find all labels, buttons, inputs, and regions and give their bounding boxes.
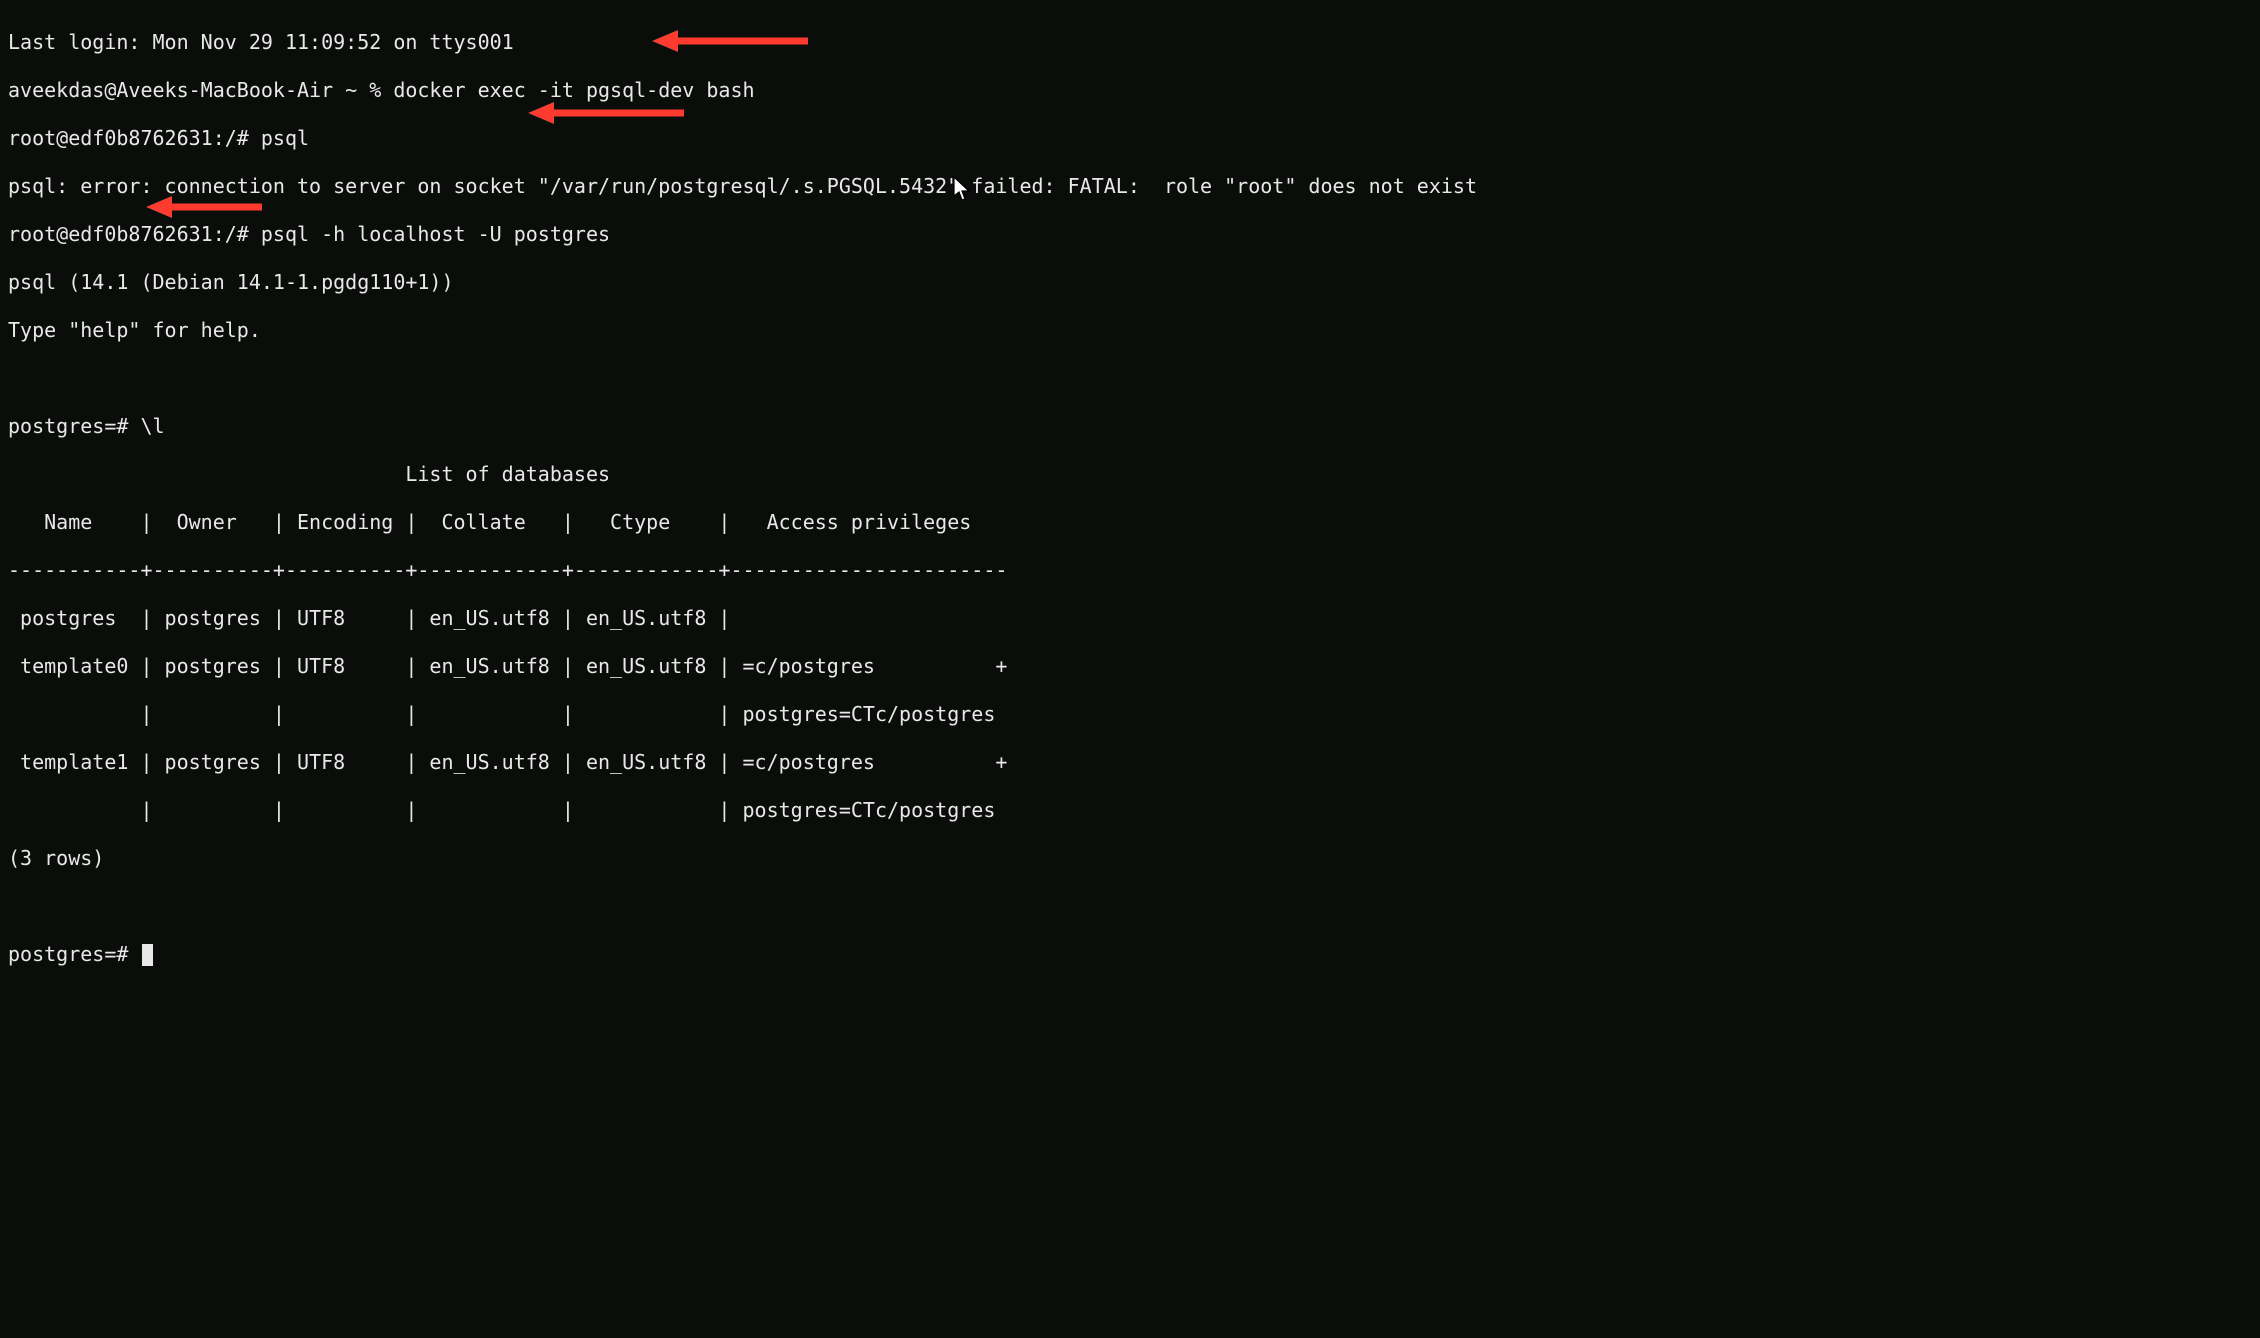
table-row: template1 | postgres | UTF8 | en_US.utf8… (8, 750, 2252, 774)
blank-line (8, 366, 2252, 390)
psql-prompt[interactable]: postgres=# (8, 942, 2252, 966)
table-row: | | | | | postgres=CTc/postgres (8, 702, 2252, 726)
row-count: (3 rows) (8, 846, 2252, 870)
prompt-text: postgres=# (8, 942, 140, 966)
psql-version-line: psql (14.1 (Debian 14.1-1.pgdg110+1)) (8, 270, 2252, 294)
last-login-line: Last login: Mon Nov 29 11:09:52 on ttys0… (8, 30, 2252, 54)
psql-localhost-command: root@edf0b8762631:/# psql -h localhost -… (8, 222, 2252, 246)
table-row: | | | | | postgres=CTc/postgres (8, 798, 2252, 822)
type-help-line: Type "help" for help. (8, 318, 2252, 342)
cursor-icon (142, 944, 153, 966)
root-psql-command: root@edf0b8762631:/# psql (8, 126, 2252, 150)
blank-line (8, 894, 2252, 918)
docker-exec-command: aveekdas@Aveeks-MacBook-Air ~ % docker e… (8, 78, 2252, 102)
table-row: postgres | postgres | UTF8 | en_US.utf8 … (8, 606, 2252, 630)
list-header: List of databases (8, 462, 2252, 486)
table-divider: -----------+----------+----------+------… (8, 558, 2252, 582)
column-headers: Name | Owner | Encoding | Collate | Ctyp… (8, 510, 2252, 534)
psql-error-line: psql: error: connection to server on soc… (8, 174, 2252, 198)
terminal-output[interactable]: Last login: Mon Nov 29 11:09:52 on ttys0… (8, 6, 2252, 990)
table-row: template0 | postgres | UTF8 | en_US.utf8… (8, 654, 2252, 678)
list-databases-command: postgres=# \l (8, 414, 2252, 438)
